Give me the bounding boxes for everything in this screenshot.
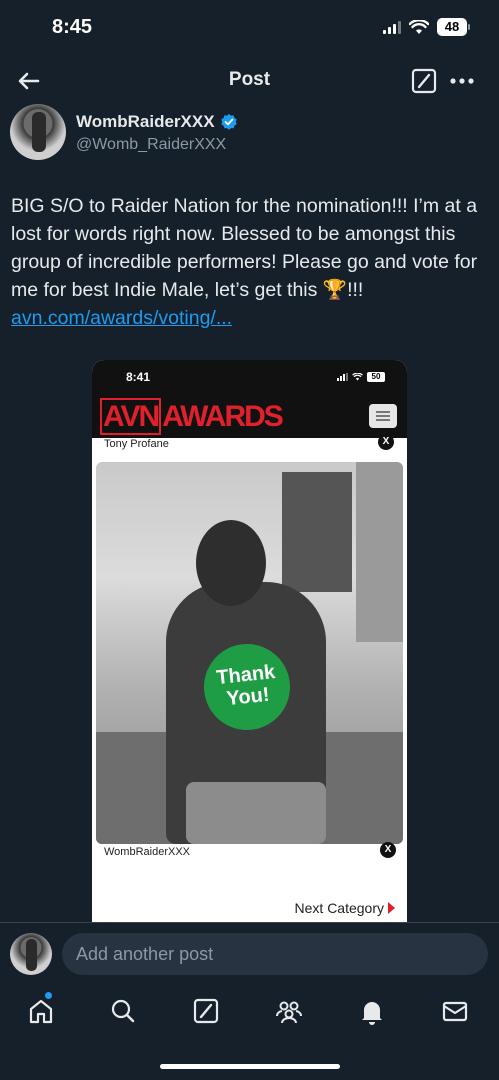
inner-battery: 50 xyxy=(367,372,385,382)
reply-composer xyxy=(0,922,499,984)
home-notification-dot xyxy=(45,992,52,999)
author-handle[interactable]: @Womb_RaiderXXX xyxy=(76,136,226,154)
wifi-icon xyxy=(409,19,429,34)
avn-awards-logo: AVN AWARDS xyxy=(100,398,284,435)
tab-communities[interactable] xyxy=(274,996,304,1026)
grok-icon xyxy=(193,998,219,1024)
post-header: Post xyxy=(0,56,499,106)
messages-icon xyxy=(442,1001,468,1022)
bottom-tab-bar xyxy=(0,984,499,1080)
communities-icon xyxy=(276,1001,302,1024)
next-arrow-icon xyxy=(388,902,395,914)
cellular-signal-icon xyxy=(383,20,401,34)
x-logo-icon: X xyxy=(378,434,394,450)
inner-wifi-icon xyxy=(352,373,363,381)
inner-time: 8:41 xyxy=(126,370,151,384)
home-icon xyxy=(29,999,53,1024)
x-logo-icon: X xyxy=(380,842,396,858)
current-nominee-name: WombRaiderXXX xyxy=(104,846,190,858)
tab-grok[interactable] xyxy=(191,996,221,1026)
avn-awards-header: AVN AWARDS xyxy=(92,396,407,438)
battery-indicator: 48 xyxy=(437,18,470,36)
more-options-icon[interactable] xyxy=(448,68,476,94)
tab-messages[interactable] xyxy=(440,996,470,1026)
previous-nominee-name: Tony Profane xyxy=(104,438,169,450)
post-image[interactable]: 8:41 50 AVN AWARDS Tony Profane X Thank Y… xyxy=(92,360,407,922)
post-text: BIG S/O to Raider Nation for the nominat… xyxy=(11,192,491,332)
post-link[interactable]: avn.com/awards/voting/... xyxy=(11,307,232,329)
inner-signal-icon xyxy=(337,373,348,381)
user-avatar[interactable] xyxy=(10,933,52,975)
tab-home[interactable] xyxy=(26,996,56,1026)
notifications-icon xyxy=(362,1002,382,1025)
verified-badge-icon xyxy=(220,114,237,130)
tab-search[interactable] xyxy=(108,996,138,1026)
author-display-name: WombRaiderXXX xyxy=(76,112,215,131)
status-indicators: 48 xyxy=(383,18,470,36)
reply-input[interactable] xyxy=(62,933,488,975)
grok-icon[interactable] xyxy=(411,68,437,94)
home-indicator xyxy=(160,1064,340,1069)
search-icon xyxy=(111,999,135,1023)
post-body: BIG S/O to Raider Nation for the nominat… xyxy=(11,195,478,301)
author-name[interactable]: WombRaiderXXX xyxy=(76,112,238,132)
tab-notifications[interactable] xyxy=(357,996,387,1026)
hamburger-menu-icon xyxy=(369,404,397,428)
next-category-link: Next Category xyxy=(295,900,395,916)
inner-status-bar: 8:41 50 xyxy=(92,360,407,396)
status-time: 8:45 xyxy=(52,16,93,38)
author-avatar[interactable] xyxy=(10,104,66,160)
nominee-photo: Thank You! xyxy=(96,462,403,844)
status-bar: 8:45 48 xyxy=(0,0,499,56)
